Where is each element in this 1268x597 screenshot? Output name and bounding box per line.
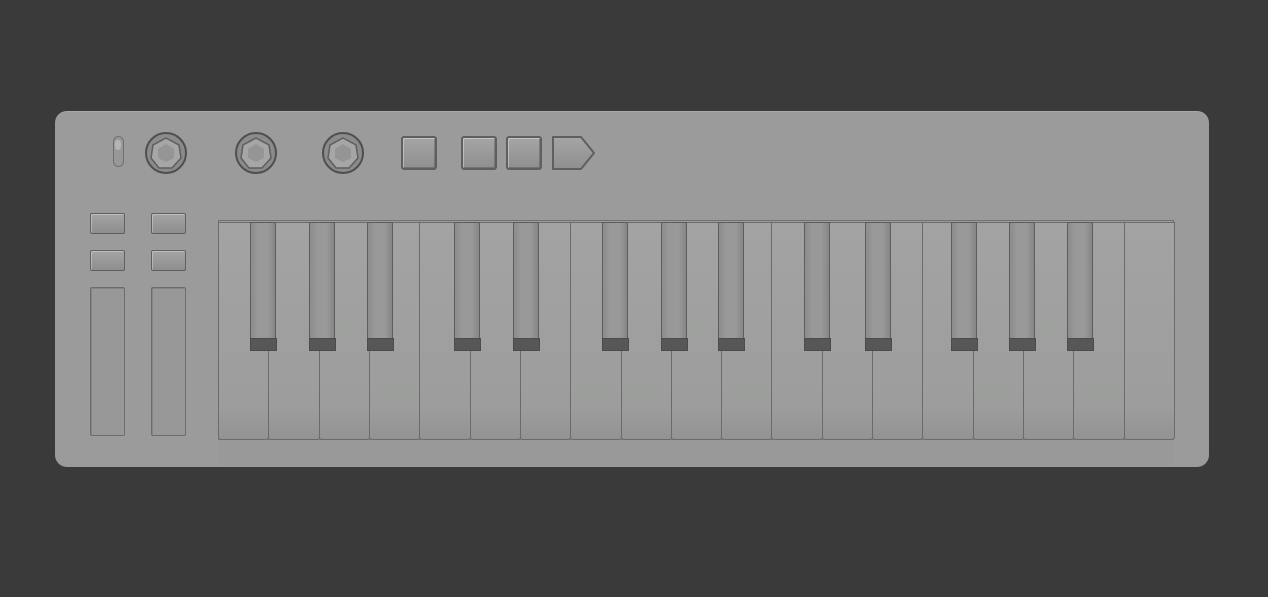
rotary-knob-icon bbox=[145, 132, 187, 174]
arrow-button[interactable] bbox=[551, 135, 597, 171]
black-key[interactable] bbox=[512, 222, 540, 351]
black-key[interactable] bbox=[864, 222, 892, 351]
knob-1[interactable] bbox=[144, 131, 188, 175]
touch-strip-1[interactable] bbox=[90, 287, 125, 436]
side-button-4[interactable] bbox=[151, 250, 186, 271]
black-key[interactable] bbox=[660, 222, 688, 351]
side-button-3[interactable] bbox=[90, 250, 125, 271]
black-key[interactable] bbox=[601, 222, 629, 351]
button-3[interactable] bbox=[506, 136, 542, 170]
touch-strip-2[interactable] bbox=[151, 287, 186, 436]
black-key[interactable] bbox=[717, 222, 745, 351]
status-led-icon bbox=[113, 136, 124, 167]
keybed-lip bbox=[218, 439, 1174, 466]
black-key[interactable] bbox=[1008, 222, 1036, 351]
button-1[interactable] bbox=[401, 136, 437, 170]
keybed bbox=[218, 220, 1175, 466]
black-key[interactable] bbox=[366, 222, 394, 351]
pentagon-arrow-button-icon bbox=[552, 136, 595, 170]
side-button-2[interactable] bbox=[151, 213, 186, 234]
button-2[interactable] bbox=[461, 136, 497, 170]
black-key[interactable] bbox=[308, 222, 336, 351]
black-key[interactable] bbox=[950, 222, 978, 351]
black-key[interactable] bbox=[249, 222, 277, 351]
white-key-c[interactable] bbox=[1123, 222, 1175, 440]
black-key[interactable] bbox=[1066, 222, 1094, 351]
side-button-1[interactable] bbox=[90, 213, 125, 234]
knob-2[interactable] bbox=[234, 131, 278, 175]
knob-3[interactable] bbox=[321, 131, 365, 175]
black-key[interactable] bbox=[803, 222, 831, 351]
rotary-knob-icon bbox=[322, 132, 364, 174]
black-key[interactable] bbox=[453, 222, 481, 351]
rotary-knob-icon bbox=[235, 132, 277, 174]
